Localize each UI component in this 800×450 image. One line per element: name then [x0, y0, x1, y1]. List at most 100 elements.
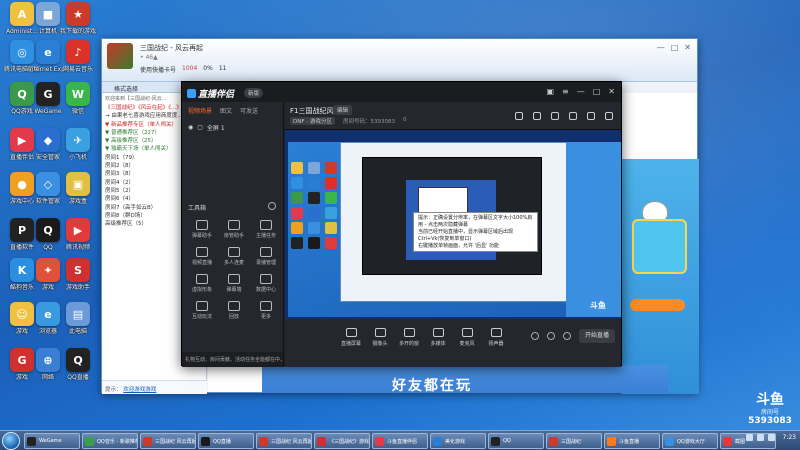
source-control[interactable]: 摄像头	[368, 328, 392, 347]
toolbox-grid: 弹幕助手 房管助手 主播任务视频直播 多人连麦 录播管理虚拟形象 弹幕墙 数据中心互动玩法 回…	[186, 220, 282, 320]
close-icon[interactable]: ✕	[684, 43, 691, 52]
app-icon: ◆	[36, 128, 60, 152]
taskbar-button[interactable]: 《三国战纪》游戏	[314, 433, 370, 449]
taskbar-button[interactable]: WeGame	[24, 433, 80, 449]
client-stats: 使用快播卡号 1004 0% 11	[140, 65, 226, 74]
menu-icon[interactable]: ≡	[562, 87, 569, 96]
tool-item[interactable]: 主播任务	[250, 220, 282, 239]
bookmark-icon[interactable]	[569, 112, 577, 120]
gift-icon[interactable]: ▣	[546, 87, 554, 96]
desktop-icon[interactable]: ✈ 小飞机	[58, 128, 98, 161]
taskbar-button[interactable]: 三国战纪	[546, 433, 602, 449]
tooltip-line: Ctrl+Vk(恢复到单窗口)	[418, 236, 472, 242]
chart-icon[interactable]	[587, 112, 595, 120]
app-icon: ▶	[66, 218, 90, 242]
tab-image-text[interactable]: 图文	[220, 106, 232, 115]
tab-sendable[interactable]: 可发送	[240, 106, 258, 115]
taskbar-label: 三国战纪 风云再起	[155, 439, 196, 445]
tool-icon	[196, 220, 208, 230]
room-meta: DNF - 游戏分区 房间号码：5393083 0	[290, 117, 407, 125]
taskbar-label: QQ游戏大厅	[677, 439, 705, 445]
gear-icon[interactable]	[563, 332, 571, 340]
source-control[interactable]: 多开的窗	[397, 328, 421, 347]
tool-item[interactable]: 房管助手	[218, 220, 250, 239]
desktop-icon[interactable]: Q QQ直播	[58, 348, 98, 381]
preview-douyu-logo: 斗鱼	[590, 301, 606, 310]
start-live-button[interactable]: 开始直播	[579, 329, 615, 343]
control-icon	[490, 328, 502, 337]
taskbar-button[interactable]: 三国战纪 风云再起	[256, 433, 312, 449]
eye-icon[interactable]: ◉	[188, 124, 193, 131]
desktop-icon[interactable]: ▤ 此电脑	[58, 302, 98, 335]
tool-item[interactable]: 视频直播	[186, 247, 218, 266]
taskbar-button[interactable]: QQ	[488, 433, 544, 449]
stream-companion-window[interactable]: 直播伴侣 新版 ▣ ≡ — □ ✕ 视频场景 图文 可发送 ◉ ▢ 全屏 1 工…	[181, 81, 622, 367]
tab-video-scene[interactable]: 视频场景	[188, 106, 212, 115]
taskbar-button[interactable]: 斗鱼直播	[604, 433, 660, 449]
desktop-icon[interactable]: ♪ 网易云音乐	[58, 40, 98, 73]
game-avatar[interactable]	[107, 43, 133, 69]
taskbar-label: 《三国战纪》游戏	[329, 439, 370, 445]
tool-item[interactable]: 多人连麦	[218, 247, 250, 266]
maximize-icon[interactable]: □	[671, 43, 679, 52]
app-icon: ★	[66, 2, 90, 26]
preview-desktop-icons	[291, 162, 339, 249]
tool-item[interactable]: 更多	[250, 301, 282, 320]
desktop-icon[interactable]: S 游戏助手	[58, 258, 98, 291]
control-label: 多开的窗	[398, 341, 419, 347]
edit-room-button[interactable]: 编辑	[333, 105, 353, 115]
maximize-icon[interactable]: □	[593, 87, 601, 96]
system-tray: 7:23	[745, 434, 796, 441]
tool-item[interactable]: 互动玩法	[186, 301, 218, 320]
tool-item[interactable]: 虚拟形象	[186, 274, 218, 293]
promo-banner[interactable]: 好友都在玩	[262, 365, 668, 393]
share-icon[interactable]	[605, 112, 613, 120]
footer-link[interactable]: 欢迎游戏游戏	[123, 387, 156, 393]
room-number: 房间号码：5393083	[343, 119, 395, 125]
room-category[interactable]: DNF - 游戏分区	[290, 117, 335, 125]
taskbar-button[interactable]: 三国战纪 风云再起	[140, 433, 196, 449]
lock-icon[interactable]	[533, 112, 541, 120]
tool-item[interactable]: 弹幕助手	[186, 220, 218, 239]
app-name: 直播伴侣	[198, 90, 235, 100]
network-icon[interactable]	[745, 434, 753, 441]
eye-icon[interactable]	[531, 332, 539, 340]
promo-giftbox[interactable]	[632, 219, 687, 274]
minimize-icon[interactable]: —	[577, 87, 585, 96]
taskbar-button[interactable]: QQ直播	[198, 433, 254, 449]
scene-row[interactable]: ◉ ▢ 全屏 1	[182, 119, 283, 136]
taskbar-button[interactable]: QQ游戏大厅	[662, 433, 718, 449]
desktop-icon[interactable]: ▣ 游戏盒	[58, 172, 98, 205]
taskbar-button[interactable]: QQ音乐 - 新歌推荐	[82, 433, 138, 449]
gift-icon[interactable]	[515, 112, 523, 120]
taskbar-button[interactable]: 斗鱼直播伴侣	[372, 433, 428, 449]
source-control[interactable]: 多媒体	[426, 328, 450, 347]
taskbar-button[interactable]: 美化游戏	[430, 433, 486, 449]
start-button[interactable]	[2, 432, 20, 450]
tool-item[interactable]: 录播管理	[250, 247, 282, 266]
settings-icon[interactable]	[268, 202, 276, 210]
volume-icon[interactable]	[756, 434, 764, 441]
desktop-icon[interactable]: ★ 我下载的游戏	[58, 2, 98, 35]
tool-item[interactable]: 数据中心	[250, 274, 282, 293]
minimize-icon[interactable]: —	[657, 43, 665, 52]
desktop-icon[interactable]: ▶ 腾讯视频	[58, 218, 98, 251]
source-control[interactable]: 扬声器	[484, 328, 508, 347]
tool-icon	[260, 220, 272, 230]
close-icon[interactable]: ✕	[608, 87, 615, 96]
square-icon[interactable]	[551, 112, 559, 120]
taskbar: WeGame QQ音乐 - 新歌推荐 三国战纪 风云再起 QQ直播 三国战纪 风云再起 《…	[0, 430, 800, 450]
tool-item[interactable]: 回放	[218, 301, 250, 320]
desktop-icon-label: 小飞机	[68, 154, 87, 161]
tool-label: 多人连麦	[223, 260, 244, 266]
source-control[interactable]: 麦克风	[455, 328, 479, 347]
tool-item[interactable]: 弹幕墙	[218, 274, 250, 293]
ime-icon[interactable]	[767, 434, 775, 441]
control-icon	[345, 328, 357, 337]
desktop-icon[interactable]: W 微信	[58, 82, 98, 115]
promo-button[interactable]	[630, 299, 685, 311]
stream-preview[interactable]: 提示：正确设置分辨率，在弹幕区文字大小100%启用 - 点击两次隐藏弹幕 当前已…	[285, 130, 621, 319]
app-icon: ✈	[66, 128, 90, 152]
record-icon[interactable]	[547, 332, 555, 340]
source-control[interactable]: 直播屏幕	[339, 328, 363, 347]
